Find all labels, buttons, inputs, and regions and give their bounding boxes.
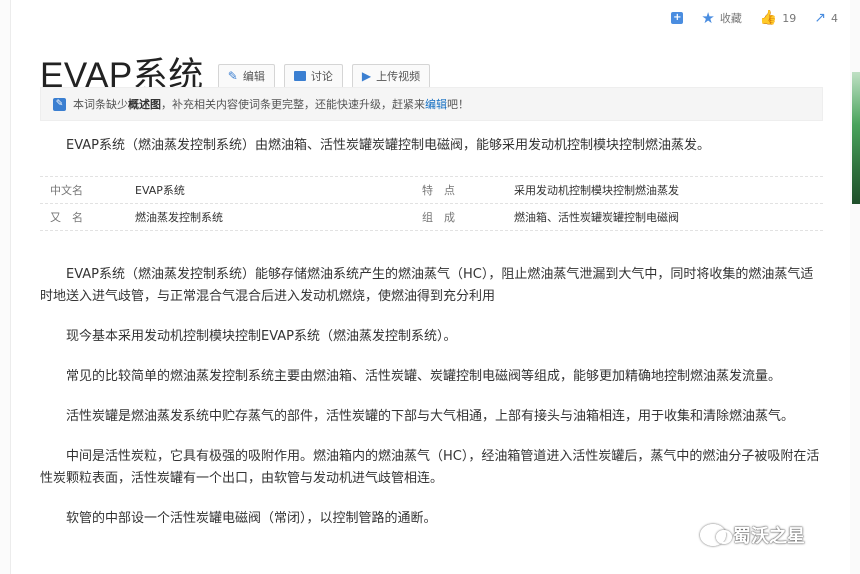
- info-label: 特 点: [422, 184, 455, 197]
- plus-icon: +: [671, 12, 684, 24]
- watermark-text: 蜀沃之星: [733, 526, 805, 547]
- discuss-label: 讨论: [310, 70, 333, 84]
- basic-info-row: 中文名 EVAP系统 特 点 采用发动机控制模块控制燃油蒸发: [40, 176, 823, 204]
- info-label: 又 名: [50, 211, 83, 224]
- share-icon: ↗: [814, 10, 826, 26]
- share-count: 4: [831, 11, 838, 25]
- add-button[interactable]: +: [671, 12, 684, 24]
- info-value: 燃油箱、活性炭罐炭罐控制电磁阀: [514, 211, 679, 224]
- discuss-button[interactable]: 讨论: [283, 63, 343, 89]
- edit-button[interactable]: ✎ 编辑: [217, 63, 275, 89]
- basic-info-table: 中文名 EVAP系统 特 点 采用发动机控制模块控制燃油蒸发 又 名 燃油蒸发控…: [40, 176, 823, 231]
- comment-icon: [293, 71, 306, 82]
- top-action-bar: + ★ 收藏 👍 19 ↗ 4: [671, 10, 838, 26]
- paragraph: EVAP系统（燃油蒸发控制系统）能够存储燃油系统产生的燃油蒸气（HC），阻止燃油…: [40, 267, 814, 304]
- notice-mid: ，补充相关内容使词条更完整，还能快速升级，赶紧来: [161, 98, 425, 111]
- missing-image-notice: ✎ 本词条缺少 概述图 ，补充相关内容使词条更完整，还能快速升级，赶紧来 编辑 …: [40, 87, 823, 121]
- notice-bold: 概述图: [128, 98, 161, 111]
- paragraph: 中间是活性炭粒，它具有极强的吸附作用。燃油箱内的燃油蒸气（HC），经油箱管道进入…: [40, 449, 820, 486]
- edit-label: 编辑: [242, 70, 265, 84]
- watermark: 蜀沃之星: [700, 522, 805, 548]
- video-icon: ▶: [361, 69, 372, 84]
- upload-video-button[interactable]: ▶ 上传视频: [351, 63, 431, 89]
- notice-edit-link[interactable]: 编辑: [425, 96, 447, 112]
- left-margin-strip: [0, 0, 11, 574]
- wechat-icon: [700, 524, 732, 546]
- pencil-icon: ✎: [227, 69, 238, 84]
- notice-pre: 本词条缺少: [73, 98, 128, 111]
- side-image-thumbnail[interactable]: [852, 72, 860, 204]
- collect-button[interactable]: ★ 收藏: [701, 10, 741, 26]
- basic-info-row: 又 名 燃油蒸发控制系统 组 成 燃油箱、活性炭罐炭罐控制电磁阀: [40, 204, 823, 231]
- collect-label: 收藏: [719, 12, 742, 25]
- paragraph: 现今基本采用发动机控制模块控制EVAP系统（燃油蒸发控制系统）。: [66, 329, 457, 344]
- star-icon: ★: [701, 9, 715, 27]
- like-count: 19: [782, 11, 797, 25]
- info-value: 采用发动机控制模块控制燃油蒸发: [514, 184, 679, 197]
- info-value: EVAP系统: [135, 184, 185, 197]
- edit-notice-icon: ✎: [53, 97, 66, 111]
- thumbs-up-icon: 👍: [759, 10, 778, 26]
- like-button[interactable]: 👍 19: [760, 10, 796, 26]
- paragraph: 活性炭罐是燃油蒸发系统中贮存蒸气的部件，活性炭罐的下部与大气相通，上部有接头与油…: [66, 409, 795, 424]
- article-body: EVAP系统（燃油蒸发控制系统）能够存储燃油系统产生的燃油蒸气（HC），阻止燃油…: [40, 264, 825, 548]
- lemma-summary: EVAP系统（燃油蒸发控制系统）由燃油箱、活性炭罐炭罐控制电磁阀，能够采用发动机…: [66, 138, 711, 153]
- info-value: 燃油蒸发控制系统: [135, 211, 223, 224]
- share-button[interactable]: ↗ 4: [814, 10, 838, 26]
- right-margin-strip: [850, 0, 860, 574]
- paragraph: 常见的比较简单的燃油蒸发控制系统主要由燃油箱、活性炭罐、炭罐控制电磁阀等组成，能…: [66, 369, 782, 384]
- info-label: 中文名: [50, 184, 83, 197]
- notice-post: 吧！: [447, 98, 469, 111]
- upload-video-label: 上传视频: [376, 70, 421, 84]
- info-label: 组 成: [422, 211, 455, 224]
